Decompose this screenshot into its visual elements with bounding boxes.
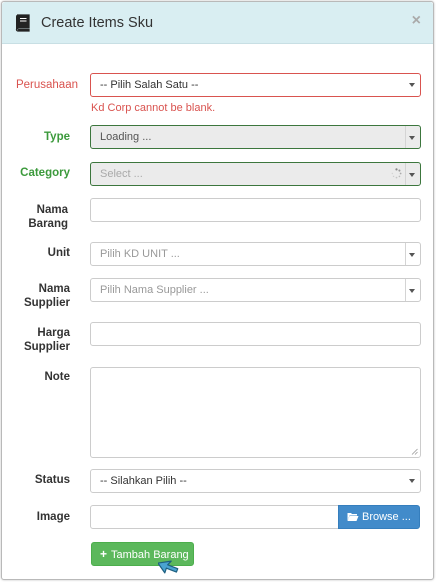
nama-supplier-label: Nama Supplier [6, 282, 70, 310]
perusahaan-value: -- Pilih Salah Satu -- [100, 79, 199, 91]
unit-label: Unit [47, 247, 70, 259]
chevron-down-icon [409, 173, 415, 177]
category-select[interactable]: Select ... [90, 162, 421, 186]
perusahaan-label: Perusahaan [15, 79, 78, 91]
harga-supplier-input[interactable] [90, 322, 421, 346]
nama-barang-label: Nama Barang [4, 203, 68, 231]
nama-supplier-select[interactable]: Pilih Nama Supplier ... [90, 278, 421, 302]
plus-icon: + [100, 547, 108, 561]
chevron-down-icon [409, 83, 415, 87]
status-label: Status [34, 474, 70, 486]
nama-supplier-label-line1: Nama [38, 283, 70, 295]
unit-placeholder: Pilih KD UNIT ... [100, 248, 180, 260]
chevron-down-icon [409, 253, 415, 257]
nama-supplier-label-line2: Supplier [23, 297, 70, 309]
type-value: Loading ... [100, 131, 152, 143]
folder-open-icon [347, 513, 359, 521]
harga-supplier-label-line2: Supplier [23, 341, 70, 353]
harga-supplier-label: Harga Supplier [6, 326, 70, 354]
category-label: Category [20, 167, 70, 179]
create-items-sku-modal: Create Items Sku × Perusahaan -- Pilih S… [1, 1, 434, 580]
category-placeholder: Select ... [100, 168, 143, 180]
nama-barang-input[interactable] [90, 198, 421, 222]
note-label: Note [44, 371, 70, 383]
modal-header: Create Items Sku × [2, 2, 433, 44]
category-dropdown-toggle[interactable] [405, 163, 420, 185]
harga-supplier-label-line1: Harga [37, 327, 70, 339]
type-select[interactable]: Loading ... [90, 125, 421, 149]
book-icon [15, 14, 30, 32]
resize-grip-icon[interactable] [411, 448, 418, 455]
status-select[interactable]: -- Silahkan Pilih -- [90, 469, 421, 493]
close-icon[interactable]: × [412, 12, 421, 30]
nama-supplier-dropdown-toggle[interactable] [405, 279, 420, 301]
status-value: -- Silahkan Pilih -- [100, 475, 187, 487]
nama-barang-label-line2: Barang [28, 218, 68, 230]
unit-select[interactable]: Pilih KD UNIT ... [90, 242, 421, 266]
image-file-input[interactable] [90, 505, 339, 529]
modal-title: Create Items Sku [41, 15, 154, 31]
cursor-arrow-icon [158, 560, 179, 574]
spinner-icon [391, 168, 402, 179]
browse-button[interactable]: Browse ... [338, 505, 420, 529]
nama-supplier-placeholder: Pilih Nama Supplier ... [100, 284, 209, 296]
perusahaan-select[interactable]: -- Pilih Salah Satu -- [90, 73, 421, 97]
nama-barang-label-line1: Nama [36, 204, 68, 216]
chevron-down-icon [409, 479, 415, 483]
note-textarea[interactable] [90, 367, 421, 458]
chevron-down-icon [409, 289, 415, 293]
chevron-down-icon [409, 136, 415, 140]
unit-dropdown-toggle[interactable] [405, 243, 420, 265]
browse-label: Browse ... [362, 511, 411, 523]
image-label: Image [36, 511, 70, 523]
type-dropdown-toggle[interactable] [405, 126, 420, 148]
perusahaan-error: Kd Corp cannot be blank. [91, 102, 216, 114]
type-label: Type [44, 131, 70, 143]
